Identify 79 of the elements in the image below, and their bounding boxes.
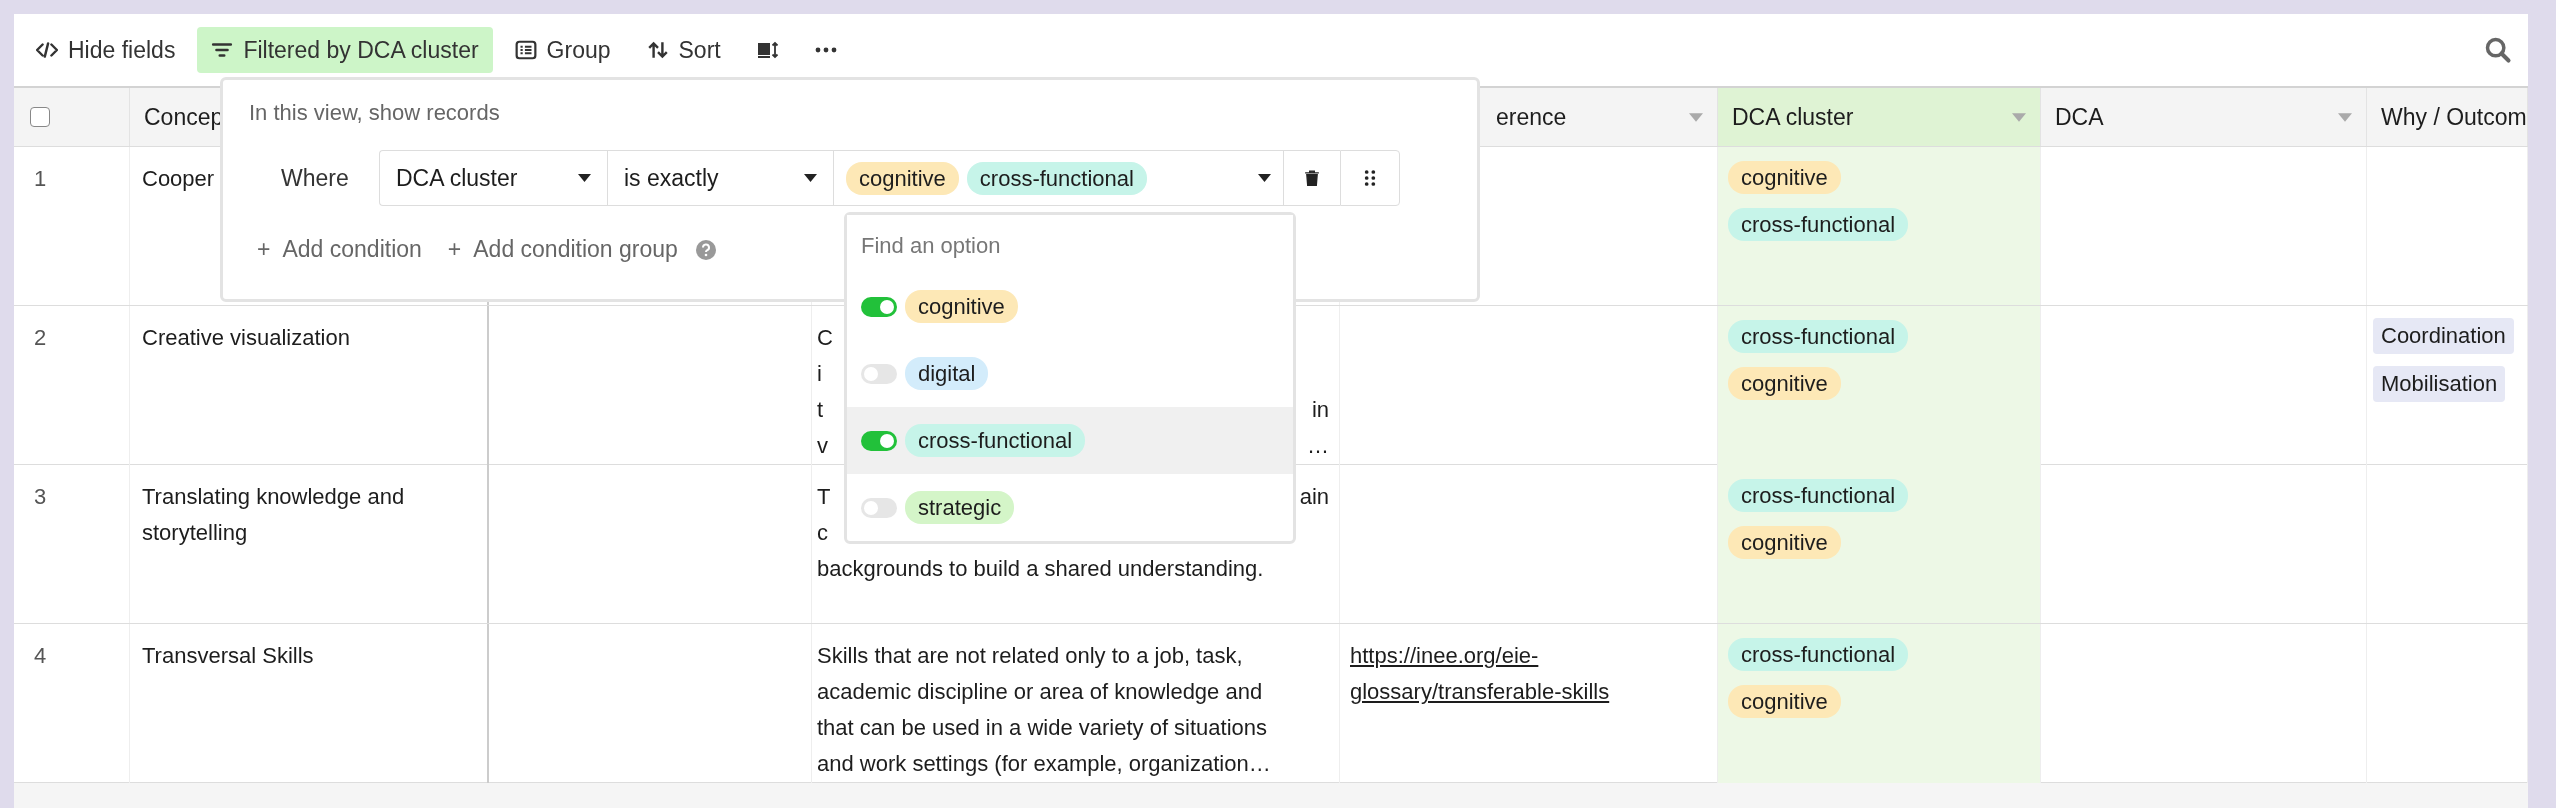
field-select[interactable]: DCA cluster	[379, 150, 607, 206]
description-text: that can be used in a wide variety of situations	[817, 714, 1268, 742]
concept-text: Transversal Skills	[142, 643, 314, 668]
row-number: 4	[34, 643, 47, 668]
cluster-tag: cross-functional	[1728, 638, 1909, 671]
cluster-tag: cross-functional	[1728, 320, 1909, 353]
value-tag: cross-functional	[966, 161, 1147, 195]
row-height-icon	[756, 40, 779, 60]
option-tag: strategic	[905, 491, 1015, 524]
concept-text: Translating knowledge and storytelling	[142, 484, 405, 545]
reference-link[interactable]: https://inee.org/eie-glossary/transferable-skills	[1350, 638, 1707, 710]
concept-text: Creative visualization	[142, 325, 350, 350]
description-text: c	[817, 519, 828, 547]
toolbar-button[interactable]: Sort	[632, 27, 735, 73]
popup-heading: In this view, show records	[249, 100, 501, 126]
column-header[interactable]: DCA cluster	[1718, 88, 2041, 146]
toolbar-button[interactable]: Filtered by DCA cluster	[197, 27, 493, 73]
where-label: Where	[280, 164, 350, 192]
description-text: t	[817, 396, 824, 424]
caret-icon	[2338, 112, 2352, 122]
cluster-tag: cross-functional	[1728, 479, 1909, 512]
column-header[interactable]: DCA	[2041, 88, 2367, 146]
row-number: 2	[34, 325, 47, 350]
row-number: 3	[34, 484, 47, 509]
toggle-switch[interactable]	[861, 497, 897, 518]
column-header[interactable]: Why / Outcom	[2367, 88, 2528, 146]
toolbar-button[interactable]: Group	[500, 27, 625, 73]
description-text: v	[817, 432, 828, 460]
filter-icon	[211, 40, 234, 60]
value-select[interactable]: cognitive cross-functional	[833, 150, 1283, 206]
description-text: backgrounds to build a shared understanding.	[817, 555, 1264, 583]
cluster-tag: cross-functional	[1728, 208, 1909, 241]
caret-icon	[804, 174, 817, 182]
row-number: 1	[34, 166, 47, 191]
delete-button[interactable]	[1283, 150, 1340, 206]
value-tag: cognitive	[846, 161, 959, 195]
option-item[interactable]: strategic	[847, 474, 1293, 541]
drag-icon	[1363, 170, 1377, 186]
option-item[interactable]: cognitive	[847, 273, 1293, 340]
outcome-tag: Coordination	[2373, 318, 2514, 354]
concept-text: Cooper	[142, 166, 215, 191]
description-text: and work settings (for example, organization…	[817, 750, 1271, 778]
drag-handle[interactable]	[1340, 150, 1400, 206]
caret-icon	[1689, 112, 1703, 122]
select-all-checkbox[interactable]	[30, 107, 50, 127]
list-icon	[514, 40, 537, 60]
description-text: C	[817, 324, 833, 352]
option-tag: cross-functional	[905, 424, 1086, 457]
description-text: academic discipline or area of knowledge and	[817, 678, 1263, 706]
code-icon	[36, 40, 58, 60]
option-tag: cognitive	[905, 290, 1018, 323]
toggle-switch[interactable]	[861, 363, 897, 384]
cluster-tag: cognitive	[1728, 526, 1841, 559]
trash-icon	[1305, 170, 1319, 186]
toggle-switch[interactable]	[861, 296, 897, 317]
add-condition-button[interactable]: + Add condition group	[439, 236, 686, 263]
outcome-tag: Mobilisation	[2373, 366, 2506, 402]
option-item[interactable]: cross-functional	[847, 407, 1293, 474]
option-tag: digital	[905, 357, 989, 390]
description-text: T	[817, 483, 831, 511]
add-condition-button[interactable]: + Add condition	[249, 236, 430, 263]
toggle-switch[interactable]	[861, 430, 897, 451]
cluster-tag: cognitive	[1728, 685, 1841, 718]
caret-icon	[578, 174, 591, 182]
caret-icon	[2012, 112, 2026, 122]
operator-select[interactable]: is exactly	[607, 150, 833, 206]
description-text: in	[1311, 396, 1329, 424]
description-text: …	[1307, 432, 1329, 460]
description-text: ain	[1299, 483, 1329, 511]
help-icon[interactable]	[695, 239, 716, 260]
sort-icon	[646, 40, 669, 60]
option-item[interactable]: digital	[847, 340, 1293, 407]
cluster-tag: cognitive	[1728, 161, 1841, 194]
toolbar-button[interactable]: Hide fields	[22, 27, 190, 73]
search-icon[interactable]	[2484, 36, 2512, 64]
caret-icon	[1258, 174, 1271, 182]
description-text: Skills that are not related only to a job, task,	[817, 642, 1243, 670]
description-text: i	[817, 360, 822, 388]
cluster-tag: cognitive	[1728, 367, 1841, 400]
